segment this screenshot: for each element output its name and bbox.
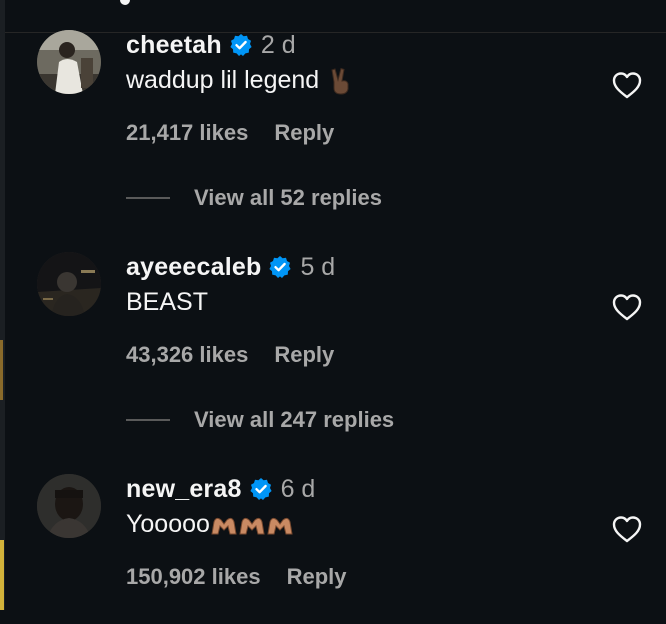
comment-text: BEAST [126,288,208,316]
comment-body: BEAST [126,288,208,317]
verified-badge-icon [269,256,292,278]
like-heart-icon[interactable] [611,70,643,100]
comment-item: new_era8 6 d Yooooo 150,902 likes Reply [37,474,666,624]
avatar[interactable] [37,252,101,316]
edge-accent-2 [0,540,4,610]
heart-hands-icon [210,514,294,536]
edge-accent-1 [0,340,3,400]
verified-badge-icon [249,478,272,500]
comment-header: new_era8 6 d [126,474,315,504]
comment-item: ayeeecaleb 5 d BEAST 43,326 likes Reply … [37,252,666,432]
cut-off-glyph [120,0,130,5]
reply-button[interactable]: Reply [287,564,347,590]
like-heart-icon[interactable] [611,514,643,544]
comment-text: Yooooo [126,510,210,538]
timestamp: 2 d [260,30,296,59]
username[interactable]: cheetah [126,31,222,60]
victory-hand-icon [329,67,353,95]
view-replies-label: View all 52 replies [194,185,382,210]
username[interactable]: new_era8 [126,475,242,504]
comment-text: waddup lil legend [126,66,320,94]
avatar[interactable] [37,30,101,94]
comment-body: Yooooo [126,510,294,539]
replies-divider-line [126,419,170,421]
like-heart-icon[interactable] [611,292,643,322]
view-replies-button[interactable]: View all 247 replies [126,407,394,433]
comment-meta: 21,417 likes Reply [126,120,334,146]
username[interactable]: ayeeecaleb [126,253,261,282]
comment-header: ayeeecaleb 5 d [126,252,335,282]
previous-comment-fragment [120,0,190,6]
likes-count[interactable]: 43,326 likes [126,342,248,368]
comment-body: waddup lil legend [126,66,353,95]
verified-badge-icon [230,34,252,56]
left-edge-strip [0,0,5,610]
timestamp: 5 d [300,252,336,281]
replies-divider-line [126,197,170,199]
reply-button[interactable]: Reply [274,342,334,368]
timestamp: 6 d [280,474,316,503]
view-replies-button[interactable]: View all 52 replies [126,185,382,211]
view-replies-label: View all 247 replies [194,407,395,432]
likes-count[interactable]: 21,417 likes [126,120,248,146]
likes-count[interactable]: 150,902 likes [126,564,261,590]
comment-meta: 43,326 likes Reply [126,342,334,368]
comment-meta: 150,902 likes Reply [126,564,347,590]
avatar[interactable] [37,474,101,538]
comment-item: cheetah 2 d waddup lil legend 21,417 lik… [37,30,666,210]
comment-header: cheetah 2 d [126,30,296,60]
reply-button[interactable]: Reply [274,120,334,146]
